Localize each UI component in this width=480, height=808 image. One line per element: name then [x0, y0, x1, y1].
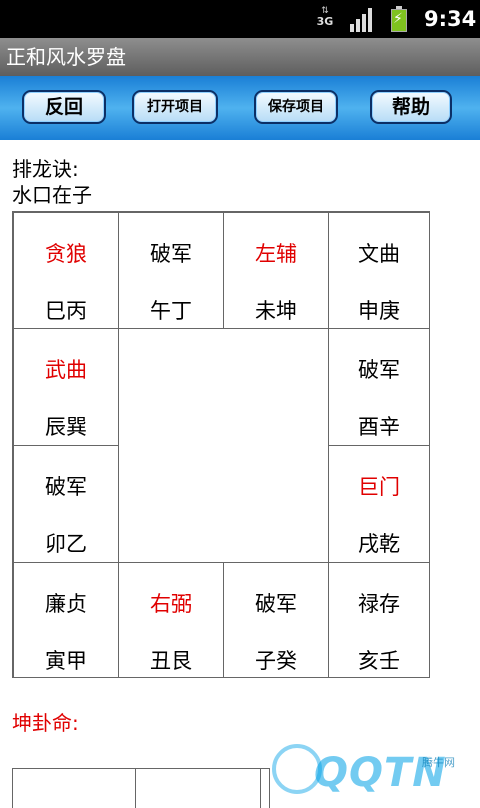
- network-3g-icon: ⇅ 3G: [316, 6, 334, 28]
- star-name: 巨门: [358, 475, 400, 499]
- star-name: 破军: [358, 358, 400, 382]
- star-name: 破军: [150, 242, 192, 266]
- grid-cell: 巨门 戌乾: [328, 445, 430, 563]
- bottom-cell: [135, 768, 261, 808]
- status-time: 9:34: [424, 7, 477, 31]
- grid-cell: 破军 酉辛: [328, 328, 430, 446]
- save-project-button[interactable]: 保存项目: [254, 90, 338, 124]
- mountain-name: 丑艮: [150, 649, 192, 673]
- grid-cell: 禄存 亥壬: [328, 562, 430, 678]
- star-name: 文曲: [358, 242, 400, 266]
- mountain-name: 戌乾: [358, 532, 400, 556]
- mountain-name: 亥壬: [358, 649, 400, 673]
- grid-cell: 右弼 丑艮: [118, 562, 224, 678]
- star-name: 贪狼: [45, 242, 87, 266]
- watermark-small-text: 腾牛网: [422, 756, 455, 769]
- dragon-grid: 贪狼 巳丙 破军 午丁 左辅 未坤 文曲 申庚 武曲 辰巽 破军 酉辛 破军 卯…: [12, 211, 430, 678]
- mountain-name: 寅甲: [45, 649, 87, 673]
- star-name: 武曲: [45, 358, 87, 382]
- mountain-name: 午丁: [150, 299, 192, 323]
- signal-icon: [350, 8, 376, 32]
- star-name: 廉贞: [45, 592, 87, 616]
- status-bar: ⇅ 3G ⚡ 9:34: [0, 0, 480, 38]
- open-project-button[interactable]: 打开项目: [132, 90, 218, 124]
- star-name: 破军: [45, 475, 87, 499]
- watermark-logo: QQTN 腾牛网: [262, 740, 480, 800]
- battery-charging-icon: ⚡: [390, 6, 408, 32]
- grid-cell: 贪狼 巳丙: [13, 212, 119, 329]
- mountain-name: 未坤: [255, 299, 297, 323]
- grid-cell: 廉贞 寅甲: [13, 562, 119, 678]
- grid-cell: 左辅 未坤: [223, 212, 329, 329]
- mountain-name: 子癸: [255, 649, 297, 673]
- app-title-bar: 正和风水罗盘: [0, 38, 480, 76]
- kun-gua-label: 坤卦命:: [12, 711, 79, 735]
- grid-cell: 破军 子癸: [223, 562, 329, 678]
- mountain-name: 辰巽: [45, 415, 87, 439]
- network-label: 3G: [316, 15, 334, 28]
- grid-cell: 武曲 辰巽: [13, 328, 119, 446]
- app-title: 正和风水罗盘: [6, 45, 126, 69]
- grid-cell: 文曲 申庚: [328, 212, 430, 329]
- back-button[interactable]: 反回: [22, 90, 106, 124]
- mountain-name: 卯乙: [45, 532, 87, 556]
- grid-cell: 破军 午丁: [118, 212, 224, 329]
- star-name: 左辅: [255, 242, 297, 266]
- water-outlet-text: 水口在子: [12, 183, 92, 207]
- formula-heading: 排龙诀:: [12, 157, 79, 181]
- toolbar: 反回 打开项目 保存项目 帮助: [0, 76, 480, 140]
- mountain-name: 巳丙: [45, 299, 87, 323]
- mountain-name: 酉辛: [358, 415, 400, 439]
- grid-center: [118, 328, 329, 563]
- bottom-cell: [12, 768, 136, 808]
- grid-cell: 破军 卯乙: [13, 445, 119, 563]
- star-name: 禄存: [358, 592, 400, 616]
- help-button[interactable]: 帮助: [370, 90, 452, 124]
- mountain-name: 申庚: [358, 299, 400, 323]
- star-name: 破军: [255, 592, 297, 616]
- star-name: 右弼: [150, 592, 192, 616]
